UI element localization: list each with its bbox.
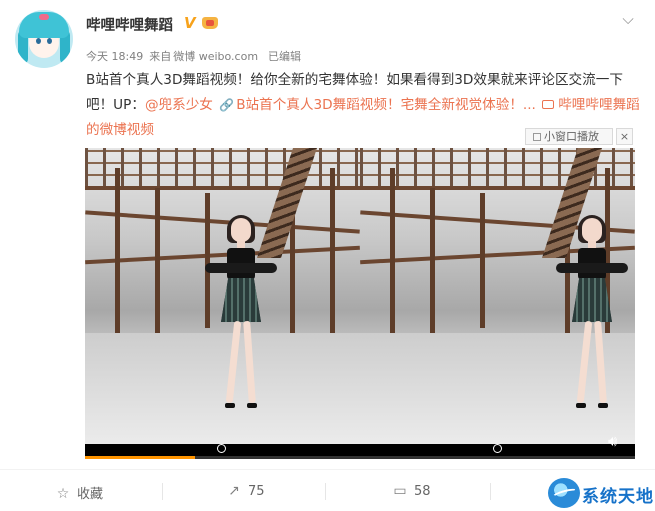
author-name[interactable]: 哔哩哔哩舞蹈	[86, 14, 173, 35]
progress-bar[interactable]	[85, 456, 635, 459]
video-frame-right	[360, 148, 635, 444]
progress-fill	[85, 456, 195, 459]
video-player[interactable]: 🔊︎	[85, 148, 635, 459]
player-controls: 🔊︎	[85, 432, 635, 459]
playhead-dot[interactable]	[493, 444, 502, 453]
avatar[interactable]	[15, 10, 73, 68]
mention-link[interactable]: @兜系少女	[145, 97, 213, 113]
chevron-down-icon[interactable]: ⌵	[620, 11, 636, 27]
dancer	[556, 215, 628, 428]
dancer	[205, 215, 277, 428]
divider	[0, 469, 655, 470]
edited-label[interactable]: 已编辑	[268, 50, 301, 63]
close-player-button[interactable]: ×	[616, 128, 633, 145]
divider	[162, 483, 163, 500]
watermark-logo-icon	[548, 478, 580, 508]
article-link[interactable]: B站首个真人3D舞蹈视频！宅舞全新视觉体验！...	[236, 97, 536, 113]
source-prefix: 来自	[149, 50, 172, 63]
mini-window-icon	[533, 133, 541, 141]
source-app-link[interactable]: 微博 weibo.com	[173, 50, 258, 63]
divider	[490, 483, 491, 500]
divider	[325, 483, 326, 500]
member-rank-icon[interactable]	[200, 15, 220, 31]
comment-icon: ▭	[393, 483, 407, 499]
share-icon: ↗	[228, 483, 240, 499]
post-time[interactable]: 今天 18:49	[86, 50, 143, 63]
post-meta: 今天 18:49 来自 微博 weibo.com 已编辑	[86, 48, 307, 64]
weibo-post-card: 哔哩哔哩舞蹈 V ⌵ 今天 18:49 来自 微博 weibo.com 已编辑 B站首…	[0, 0, 655, 511]
share-button[interactable]: ↗ 75	[226, 483, 264, 499]
watermark-text: 系统天地	[582, 487, 654, 507]
comment-button[interactable]: ▭ 58	[392, 483, 430, 499]
verified-icon: V	[184, 14, 196, 32]
star-icon: ☆	[56, 486, 70, 502]
volume-icon[interactable]: 🔊︎	[608, 432, 626, 450]
favorite-button[interactable]: ☆ 收藏	[55, 483, 103, 502]
video-frame-left	[85, 148, 360, 444]
mini-window-button[interactable]: 小窗口播放	[525, 128, 613, 145]
video-icon	[542, 100, 555, 109]
playhead-dot[interactable]	[217, 444, 226, 453]
link-icon: 🔗	[219, 98, 235, 112]
watermark: 系统天地	[548, 478, 653, 508]
